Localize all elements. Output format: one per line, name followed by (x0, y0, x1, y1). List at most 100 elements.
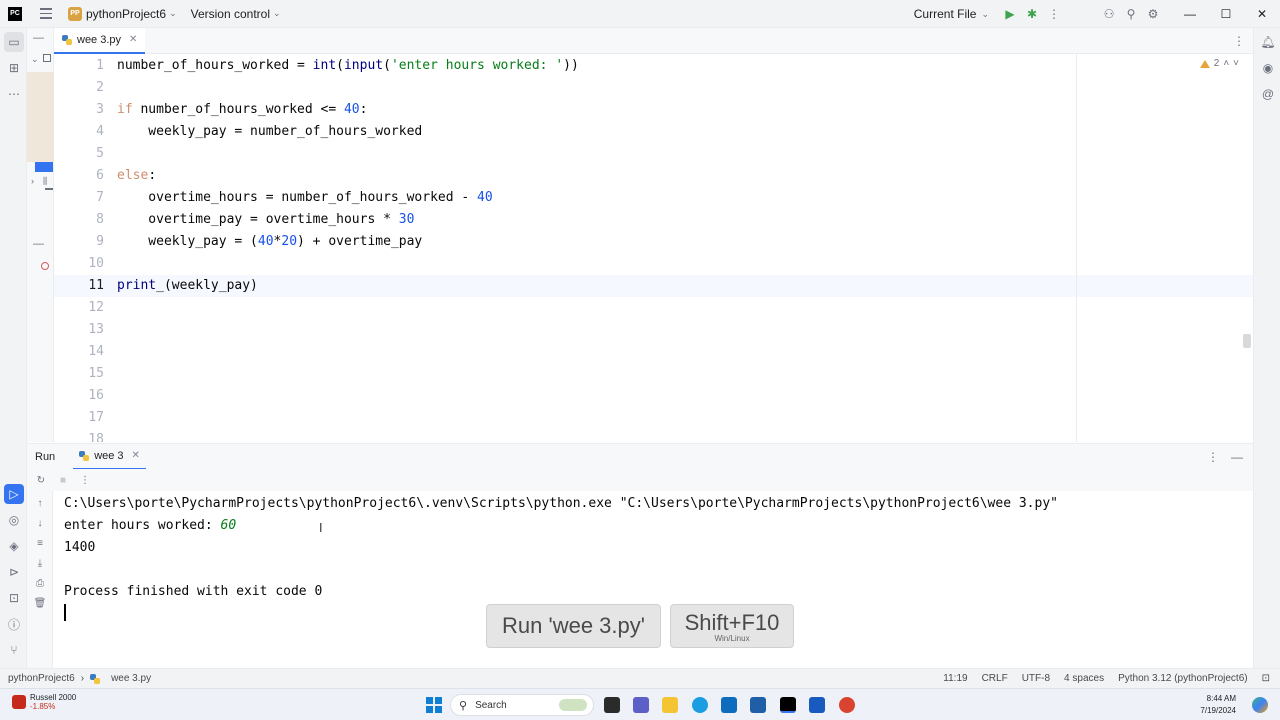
more-actions-icon[interactable]: ⋮ (1046, 6, 1062, 22)
settings-gear-icon[interactable]: ⚙ (1145, 6, 1161, 22)
line-number[interactable]: 16 (64, 385, 104, 407)
version-control-menu[interactable]: Version control (191, 7, 270, 21)
debug-icon[interactable]: ✱ (1024, 6, 1040, 22)
windows-start-icon[interactable] (426, 697, 442, 713)
print-icon[interactable]: ⎙ (32, 575, 48, 591)
soft-wrap-icon[interactable]: ≡ (32, 535, 48, 551)
line-number[interactable]: 15 (64, 363, 104, 385)
more-tabs-icon[interactable]: ⋮ (1233, 34, 1245, 48)
stop-icon[interactable]: ■ (55, 472, 71, 488)
rerun-icon[interactable]: ↻ (33, 472, 49, 488)
code-line-3: if number_of_hours_worked <= 40: (117, 102, 368, 117)
tab-wee-3-py[interactable]: wee 3.py ✕ (54, 27, 146, 54)
line-number[interactable]: 6 (64, 165, 104, 187)
line-number[interactable]: 8 (64, 209, 104, 231)
line-number[interactable]: 3 (64, 99, 104, 121)
editor-scrollbar[interactable] (1243, 334, 1251, 348)
scroll-up-icon[interactable]: ↑ (32, 495, 48, 511)
terminal-icon[interactable]: ⊡ (4, 588, 24, 608)
run-icon[interactable]: ▶ (1002, 6, 1018, 22)
line-number[interactable]: 4 (64, 121, 104, 143)
project-selector[interactable]: pythonProject6 (86, 7, 166, 21)
scroll-down-icon[interactable]: ↓ (32, 515, 48, 531)
line-number[interactable]: 17 (64, 407, 104, 429)
close-tab-icon[interactable]: ✕ (129, 34, 137, 45)
python-packages-icon[interactable]: ◎ (4, 510, 24, 530)
teams-icon[interactable] (633, 697, 649, 713)
hide-panel-icon[interactable]: — (33, 32, 44, 44)
task-view-icon[interactable] (604, 697, 620, 713)
chevron-up-icon[interactable]: ˄ (1223, 58, 1229, 69)
structure-icon[interactable]: ⊞ (4, 58, 24, 78)
line-number[interactable]: 5 (64, 143, 104, 165)
caret-position[interactable]: 11:19 (943, 673, 967, 684)
left-tool-strip: ▭ ⊞ ⋯ ▷ ◎ ◈ ⊳ ⊡ ⓘ ⑂ (0, 28, 27, 668)
database-icon[interactable]: ◉ (1258, 58, 1278, 78)
line-number[interactable]: 13 (64, 319, 104, 341)
inspection-widget[interactable]: 2 ˄ ˅ (1199, 58, 1239, 69)
line-number[interactable]: 2 (64, 77, 104, 99)
more-tools-icon[interactable]: ⋯ (4, 84, 24, 104)
stock-widget[interactable]: Russell 2000 -1.85% (12, 693, 76, 711)
file-encoding[interactable]: UTF-8 (1022, 673, 1050, 684)
chevron-down-icon[interactable]: ⌄ (31, 54, 39, 65)
more-options-icon[interactable]: ⋮ (1207, 450, 1219, 464)
breadcrumb-project[interactable]: pythonProject6 (8, 673, 75, 684)
line-number[interactable]: 10 (64, 253, 104, 275)
line-number[interactable]: 12 (64, 297, 104, 319)
store-icon[interactable] (750, 697, 766, 713)
line-number[interactable]: 1 (64, 55, 104, 77)
run-configuration-selector[interactable]: Current File (914, 7, 977, 21)
file-explorer-icon[interactable] (662, 697, 678, 713)
code-with-me-icon[interactable]: ⚇ (1101, 6, 1117, 22)
project-folder-icon[interactable]: ▭ (4, 32, 24, 52)
mail-icon[interactable] (721, 697, 737, 713)
line-number[interactable]: 7 (64, 187, 104, 209)
problems-icon[interactable]: ⓘ (4, 614, 24, 634)
layers-icon[interactable]: ◈ (4, 536, 24, 556)
scroll-to-end-icon[interactable]: ⤓ (32, 555, 48, 571)
hide-panel-icon[interactable]: — (1231, 450, 1243, 464)
app-icon[interactable] (839, 697, 855, 713)
python-interpreter[interactable]: Python 3.12 (pythonProject6) (1118, 673, 1248, 684)
notifications-icon[interactable]: 🔔︎ (1258, 32, 1278, 52)
git-icon[interactable]: ⑂ (4, 640, 24, 660)
code-line-9: weekly_pay = (40*20) + overtime_pay (117, 234, 423, 249)
close-tab-icon[interactable]: ✕ (132, 450, 140, 461)
collapse-icon[interactable]: — (33, 238, 44, 250)
clear-all-icon[interactable]: 🗑︎ (32, 595, 48, 611)
line-number[interactable]: 9 (64, 231, 104, 253)
copilot-icon[interactable] (1252, 697, 1268, 713)
taskbar-search[interactable]: ⚲ Search (450, 694, 594, 716)
breadcrumb-file[interactable]: wee 3.py (111, 673, 151, 684)
maximize-button[interactable]: ☐ (1208, 0, 1244, 28)
search-icon[interactable]: ⚲ (1123, 6, 1139, 22)
chevron-down-icon[interactable]: ˅ (1233, 58, 1239, 69)
lock-icon[interactable]: ⊡ (1262, 673, 1270, 684)
run-tab-wee-3[interactable]: wee 3 ✕ (73, 444, 146, 470)
close-window-button[interactable]: ✕ (1244, 0, 1280, 28)
services-icon[interactable]: ⊳ (4, 562, 24, 582)
ai-assistant-icon[interactable]: @ (1258, 84, 1278, 104)
pycharm-taskbar-icon[interactable] (780, 697, 796, 713)
line-number[interactable]: 11 (64, 275, 104, 297)
selected-tree-item[interactable] (35, 162, 53, 172)
line-separator[interactable]: CRLF (982, 673, 1008, 684)
system-clock[interactable]: 8:44 AM 7/19/2024 (1200, 693, 1236, 717)
console-output-line: 1400 (64, 540, 96, 555)
folder-icon (43, 54, 51, 62)
more-icon[interactable]: ⋮ (77, 472, 93, 488)
main-menu-icon[interactable] (40, 6, 56, 22)
code-editor[interactable]: 1 2 3 4 5 6 7 8 9 10 11 12 13 14 15 16 17 18 number_of_ho… (54, 54, 1253, 442)
chevron-right-icon[interactable]: › (31, 176, 34, 186)
chevron-down-icon[interactable]: ⌄ (273, 8, 281, 19)
line-number[interactable]: 18 (64, 429, 104, 442)
line-number[interactable]: 14 (64, 341, 104, 363)
chevron-down-icon[interactable]: ⌄ (981, 9, 989, 20)
chevron-down-icon[interactable]: ⌄ (169, 8, 177, 19)
minimize-button[interactable]: — (1172, 0, 1208, 28)
word-icon[interactable] (809, 697, 825, 713)
edge-icon[interactable] (692, 697, 708, 713)
run-tool-icon[interactable]: ▷ (4, 484, 24, 504)
indent-setting[interactable]: 4 spaces (1064, 673, 1104, 684)
